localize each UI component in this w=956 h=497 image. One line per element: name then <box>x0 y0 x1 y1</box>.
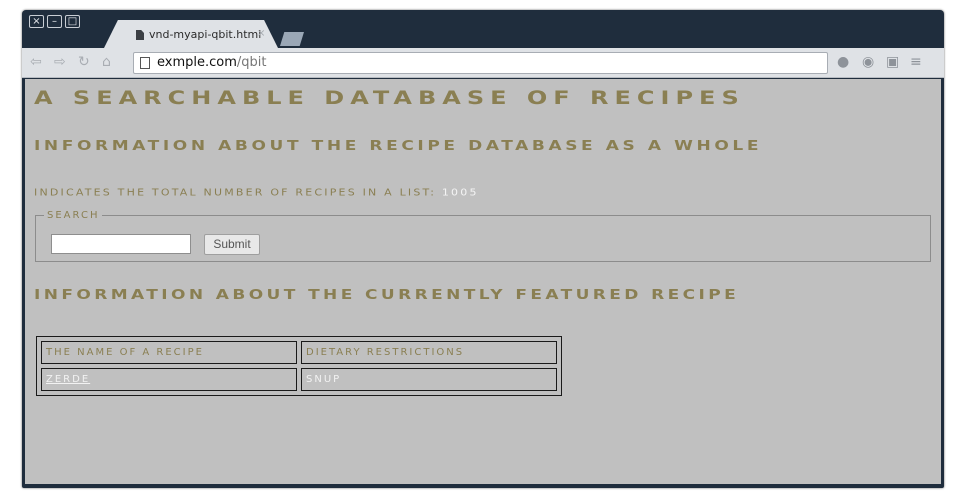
minimize-window-button[interactable]: – <box>47 15 62 28</box>
dietary-restrictions-header: Dietary restrictions <box>301 341 557 364</box>
recipe-count-value: 1005 <box>441 187 479 199</box>
window-controls: × – □ <box>29 15 80 28</box>
recipe-name-link[interactable]: Zerde <box>46 374 90 385</box>
browser-toolbar: ⇦ ⇨ ↻ ⌂ exmple.com/qbit ● ◉ ▣ ≡ <box>22 48 944 78</box>
new-tab-button[interactable] <box>280 32 304 46</box>
url-path: /qbit <box>236 55 267 70</box>
tab-close-icon[interactable]: × <box>257 28 265 39</box>
recipe-name-cell: Zerde <box>41 368 297 391</box>
title-bar: × – □ vnd-myapi-qbit.html × <box>22 10 944 48</box>
close-window-button[interactable]: × <box>29 15 44 28</box>
page-viewport: A searchable database of recipes Informa… <box>25 79 941 484</box>
back-icon[interactable]: ⇦ <box>30 54 42 70</box>
extension-icon[interactable]: ● <box>837 54 849 70</box>
address-bar[interactable]: exmple.com/qbit <box>133 52 828 74</box>
recipe-count-label: Indicates the total number of recipes in… <box>34 187 437 199</box>
home-icon[interactable]: ⌂ <box>102 54 111 70</box>
pocket-icon[interactable]: ◉ <box>862 54 874 70</box>
page-title: A searchable database of recipes <box>34 87 745 109</box>
url-host: exmple.com <box>157 55 237 70</box>
table-row: Zerde snup <box>41 368 557 391</box>
dietary-restriction-cell: snup <box>301 368 557 391</box>
url-text: exmple.com/qbit <box>157 55 266 70</box>
recipe-count-line: Indicates the total number of recipes in… <box>34 187 479 198</box>
featured-section-heading: Information about the currently featured… <box>34 287 740 303</box>
recipe-name-header: The name of a recipe <box>41 341 297 364</box>
menu-icon[interactable]: ≡ <box>910 54 922 70</box>
reload-icon[interactable]: ↻ <box>78 54 90 70</box>
search-fieldset: Search Submit <box>35 210 931 262</box>
maximize-window-button[interactable]: □ <box>65 15 80 28</box>
forward-icon[interactable]: ⇨ <box>54 54 66 70</box>
search-legend: Search <box>47 210 100 221</box>
folder-icon[interactable]: ▣ <box>886 54 899 70</box>
search-input[interactable] <box>51 234 191 254</box>
table-header-row: The name of a recipe Dietary restriction… <box>41 341 557 364</box>
tab-title: vnd-myapi-qbit.html <box>149 28 262 41</box>
database-section-heading: Information about the recipe database as… <box>34 138 763 154</box>
submit-button[interactable]: Submit <box>204 234 260 255</box>
featured-recipe-table: The name of a recipe Dietary restriction… <box>36 336 562 396</box>
page-icon <box>140 57 150 69</box>
browser-tab[interactable]: vnd-myapi-qbit.html × <box>104 20 278 48</box>
file-icon <box>136 30 144 40</box>
browser-window: × – □ vnd-myapi-qbit.html × ⇦ ⇨ ↻ ⌂ exmp… <box>22 10 944 488</box>
